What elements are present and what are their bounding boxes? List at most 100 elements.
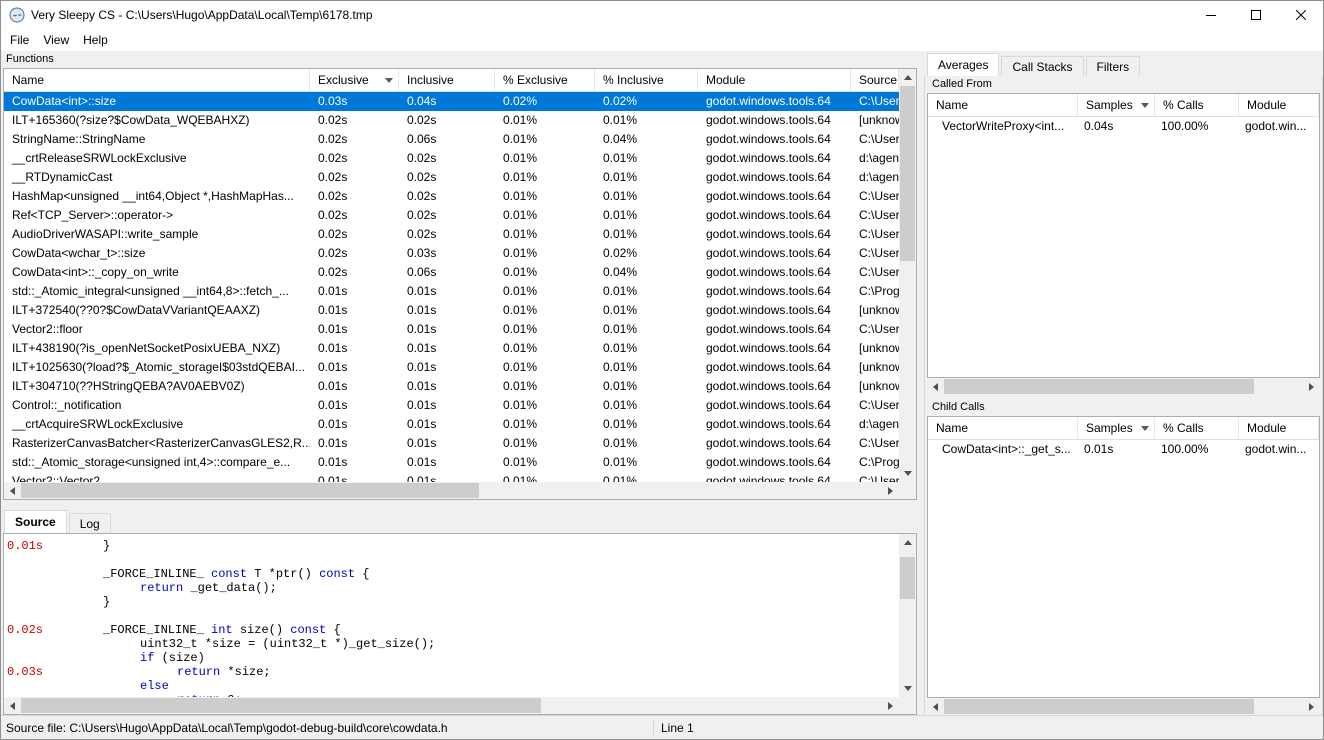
arrow-down-icon — [904, 686, 912, 691]
function-row[interactable]: Vector2::floor0.01s0.01s0.01%0.01%godot.… — [4, 320, 899, 339]
minimize-button[interactable] — [1188, 1, 1233, 29]
arrow-right-icon — [888, 702, 893, 710]
column-header-source[interactable]: Source File — [851, 69, 899, 91]
tab-source[interactable]: Source — [4, 510, 67, 533]
scrollbar-track[interactable] — [899, 86, 916, 465]
scroll-down-button[interactable] — [899, 680, 916, 697]
column-header-module[interactable]: Module — [1239, 94, 1319, 116]
table-row[interactable]: CowData<int>::_get_s...0.01s100.00%godot… — [928, 440, 1319, 459]
function-row[interactable]: RasterizerCanvasBatcher<RasterizerCanvas… — [4, 434, 899, 453]
source-line: return _get_data(); — [4, 581, 899, 595]
functions-pane: Functions Name Exclusive Inclusive % Exc… — [1, 51, 919, 715]
functions-table: Name Exclusive Inclusive % Exclusive % I… — [3, 68, 917, 500]
function-row[interactable]: StringName::StringName0.02s0.06s0.01%0.0… — [4, 130, 899, 149]
called-from-table: Name Samples % Calls Module VectorWriteP… — [927, 93, 1320, 378]
function-row[interactable]: ILT+304710(??HStringQEBA?AV0AEBV0Z)0.01s… — [4, 377, 899, 396]
column-header-pct-inclusive[interactable]: % Inclusive — [595, 69, 698, 91]
source-horizontal-scrollbar[interactable] — [4, 697, 899, 714]
function-row[interactable]: Vector2::Vector20.01s0.01s0.01%0.01%godo… — [4, 472, 899, 482]
function-row[interactable]: __crtReleaseSRWLockExclusive0.02s0.02s0.… — [4, 149, 899, 168]
source-line: else — [4, 679, 899, 693]
maximize-button[interactable] — [1233, 1, 1278, 29]
source-line: uint32_t *size = (uint32_t *)_get_size()… — [4, 637, 899, 651]
arrow-left-icon — [933, 703, 938, 711]
function-row[interactable]: std::_Atomic_integral<unsigned __int64,8… — [4, 282, 899, 301]
column-header-samples[interactable]: Samples — [1078, 417, 1155, 439]
function-row[interactable]: CowData<int>::_copy_on_write0.02s0.06s0.… — [4, 263, 899, 282]
arrow-left-icon — [933, 383, 938, 391]
column-header-name[interactable]: Name — [928, 94, 1078, 116]
scrollbar-thumb[interactable] — [944, 379, 1254, 394]
function-row[interactable]: AudioDriverWASAPI::write_sample0.02s0.02… — [4, 225, 899, 244]
function-row[interactable]: ILT+372540(??0?$CowDataVVariantQEAAXZ)0.… — [4, 301, 899, 320]
function-row[interactable]: HashMap<unsigned __int64,Object *,HashMa… — [4, 187, 899, 206]
tab-call-stacks[interactable]: Call Stacks — [1001, 56, 1083, 76]
scrollbar-thumb[interactable] — [21, 698, 541, 713]
table-row[interactable]: VectorWriteProxy<int...0.04s100.00%godot… — [928, 117, 1319, 136]
column-header-samples[interactable]: Samples — [1078, 94, 1155, 116]
column-header-pct-exclusive[interactable]: % Exclusive — [495, 69, 595, 91]
scrollbar-thumb[interactable] — [900, 557, 915, 599]
function-row[interactable]: __RTDynamicCast0.02s0.02s0.01%0.01%godot… — [4, 168, 899, 187]
scrollbar-track[interactable] — [899, 551, 916, 680]
functions-vertical-scrollbar[interactable] — [899, 69, 916, 482]
function-row[interactable]: Ref<TCP_Server>::operator->0.02s0.02s0.0… — [4, 206, 899, 225]
tab-log[interactable]: Log — [69, 513, 111, 533]
scrollbar-thumb[interactable] — [900, 86, 915, 261]
function-row[interactable]: CowData<int>::size0.03s0.04s0.02%0.02%go… — [4, 92, 899, 111]
scrollbar-track[interactable] — [944, 378, 1303, 395]
scroll-right-button[interactable] — [882, 697, 899, 714]
averages-content: Called From Name Samples % Calls Module … — [924, 75, 1323, 715]
function-row[interactable]: ILT+165360(?size?$CowData_WQEBAHXZ)0.02s… — [4, 111, 899, 130]
scroll-right-button[interactable] — [1303, 698, 1320, 715]
scrollbar-track[interactable] — [944, 698, 1303, 715]
column-header-name[interactable]: Name — [4, 69, 310, 91]
child-calls-horizontal-scrollbar[interactable] — [927, 698, 1320, 715]
arrow-up-icon — [904, 540, 912, 545]
scroll-right-button[interactable] — [1303, 378, 1320, 395]
scroll-up-button[interactable] — [899, 69, 916, 86]
column-header-module[interactable]: Module — [1239, 417, 1319, 439]
scroll-right-button[interactable] — [882, 482, 899, 499]
menu-file[interactable]: File — [3, 30, 36, 50]
menu-bar: File View Help — [1, 29, 1323, 51]
function-row[interactable]: ILT+438190(?is_openNetSocketPosixUEBA_NX… — [4, 339, 899, 358]
scrollbar-track[interactable] — [21, 697, 882, 714]
scroll-left-button[interactable] — [4, 482, 21, 499]
sample-time: 0.02s — [7, 623, 43, 637]
menu-view[interactable]: View — [36, 30, 76, 50]
source-vertical-scrollbar[interactable] — [899, 534, 916, 697]
scrollbar-thumb[interactable] — [944, 699, 1254, 714]
horizontal-splitter[interactable] — [1, 500, 919, 508]
function-row[interactable]: ILT+1025630(?load?$_Atomic_storageI$03st… — [4, 358, 899, 377]
app-icon — [9, 7, 25, 23]
function-row[interactable]: Control::_notification0.01s0.01s0.01%0.0… — [4, 396, 899, 415]
scroll-down-button[interactable] — [899, 465, 916, 482]
functions-caption: Functions — [1, 51, 919, 68]
tab-averages[interactable]: Averages — [927, 53, 999, 76]
arrow-left-icon — [10, 702, 15, 710]
column-header-pct-calls[interactable]: % Calls — [1155, 417, 1239, 439]
function-row[interactable]: std::_Atomic_storage<unsigned int,4>::co… — [4, 453, 899, 472]
function-row[interactable]: __crtAcquireSRWLockExclusive0.01s0.01s0.… — [4, 415, 899, 434]
scroll-left-button[interactable] — [927, 698, 944, 715]
functions-horizontal-scrollbar[interactable] — [4, 482, 899, 499]
scroll-left-button[interactable] — [927, 378, 944, 395]
called-from-horizontal-scrollbar[interactable] — [927, 378, 1320, 395]
column-header-exclusive[interactable]: Exclusive — [310, 69, 399, 91]
close-button[interactable] — [1278, 1, 1323, 29]
column-header-module[interactable]: Module — [698, 69, 851, 91]
scroll-up-button[interactable] — [899, 534, 916, 551]
sort-arrow-icon — [1141, 426, 1149, 431]
tab-filters[interactable]: Filters — [1086, 56, 1141, 76]
column-header-name[interactable]: Name — [928, 417, 1078, 439]
scrollbar-thumb[interactable] — [21, 483, 479, 498]
scrollbar-track[interactable] — [21, 482, 882, 499]
app-window: Very Sleepy CS - C:\Users\Hugo\AppData\L… — [0, 0, 1324, 740]
column-header-inclusive[interactable]: Inclusive — [399, 69, 495, 91]
column-header-pct-calls[interactable]: % Calls — [1155, 94, 1239, 116]
menu-help[interactable]: Help — [76, 30, 115, 50]
function-row[interactable]: CowData<wchar_t>::size0.02s0.03s0.01%0.0… — [4, 244, 899, 263]
scroll-left-button[interactable] — [4, 697, 21, 714]
source-line: 0.01s} — [4, 539, 899, 553]
